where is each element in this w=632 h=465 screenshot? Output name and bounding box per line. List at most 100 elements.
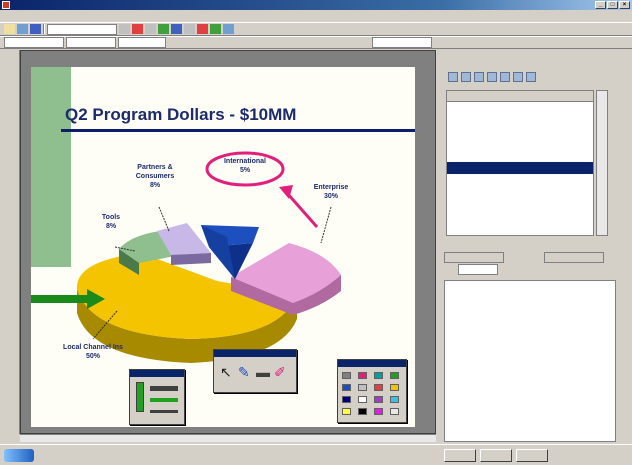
task-pane-selector[interactable] — [372, 37, 432, 48]
leader-line — [320, 206, 332, 244]
pointer-icon[interactable]: ↖ — [220, 364, 232, 381]
search-icon[interactable] — [500, 72, 510, 82]
open-icon[interactable] — [17, 24, 28, 34]
forward-icon[interactable] — [461, 72, 471, 82]
color-swatch[interactable] — [342, 396, 351, 403]
tree-item[interactable] — [447, 198, 593, 210]
comment-entry[interactable] — [445, 296, 615, 301]
color-swatch[interactable] — [358, 408, 367, 415]
pen-icon[interactable] — [184, 24, 195, 34]
leader-line — [158, 206, 170, 232]
close-button[interactable]: × — [619, 1, 630, 9]
formatting-toolbar — [0, 36, 632, 49]
pen-settings-palette[interactable] — [129, 369, 185, 425]
task-pane — [440, 50, 618, 442]
color-swatch[interactable] — [390, 396, 399, 403]
label-international: International 5% — [223, 158, 266, 174]
eraser-icon[interactable]: ▬ — [256, 364, 270, 380]
task-pane-toolbar — [448, 72, 608, 84]
label-partners: Partners & Consumers 8% — [135, 164, 175, 189]
color-swatch[interactable] — [390, 372, 399, 379]
tab-history[interactable] — [544, 252, 604, 263]
tree-item[interactable] — [447, 102, 593, 114]
info-tabs — [444, 248, 616, 276]
color-swatch[interactable] — [358, 372, 367, 379]
status-bar — [0, 444, 632, 465]
zoom-combo[interactable] — [118, 37, 166, 48]
highlighter-icon[interactable]: ✐ — [274, 364, 286, 381]
outline-tree[interactable] — [446, 90, 594, 236]
style-combo[interactable] — [4, 37, 64, 48]
vertical-ruler — [0, 50, 20, 434]
tab-notes[interactable] — [444, 252, 504, 263]
align-icon[interactable] — [171, 24, 182, 34]
shape-icon[interactable] — [210, 24, 221, 34]
options-icon[interactable] — [526, 72, 536, 82]
status-button[interactable] — [516, 449, 548, 462]
slide-editing-area[interactable]: Q2 Program Dollars - $10MM International… — [20, 50, 436, 434]
color-swatch[interactable] — [390, 408, 399, 415]
italic-icon[interactable] — [145, 24, 156, 34]
toolbar-separator — [43, 24, 45, 34]
label-local-channel: Local Channel Ins 50% — [63, 344, 123, 360]
color-swatch[interactable] — [374, 408, 383, 415]
new-icon[interactable] — [4, 24, 15, 34]
home-icon[interactable] — [474, 72, 484, 82]
pen-icon[interactable]: ✎ — [238, 364, 250, 381]
pen-line-sample — [150, 410, 178, 413]
save-icon[interactable] — [30, 24, 41, 34]
tree-item[interactable] — [447, 210, 593, 222]
standard-toolbar — [0, 22, 632, 36]
color-swatch[interactable] — [374, 396, 383, 403]
palette-title — [338, 360, 406, 367]
tree-item[interactable] — [447, 126, 593, 138]
tree-item[interactable] — [447, 186, 593, 198]
tree-header — [447, 91, 593, 102]
back-icon[interactable] — [448, 72, 458, 82]
logo-icon — [4, 449, 34, 462]
maximize-button[interactable]: □ — [607, 1, 618, 9]
color-swatch[interactable] — [342, 408, 351, 415]
color-swatch[interactable] — [374, 372, 383, 379]
tree-item[interactable] — [447, 114, 593, 126]
color-swatch[interactable] — [374, 384, 383, 391]
drawing-tools-palette[interactable]: ↖ ✎ ▬ ✐ — [213, 349, 297, 393]
title-bar: _ □ × — [0, 0, 632, 10]
combo-dropdown-icon[interactable] — [119, 24, 130, 34]
pen-line-sample — [150, 386, 178, 391]
comments-list[interactable] — [444, 280, 616, 442]
pen-width-slider[interactable] — [136, 382, 144, 412]
minimize-button[interactable]: _ — [595, 1, 606, 9]
status-button[interactable] — [444, 449, 476, 462]
tree-item[interactable] — [447, 174, 593, 186]
bold-icon[interactable] — [132, 24, 143, 34]
tree-item-selected[interactable] — [447, 162, 593, 174]
app-icon — [2, 1, 10, 9]
palette-title — [130, 370, 184, 377]
font-combo[interactable] — [47, 23, 117, 35]
palette-title — [214, 350, 296, 357]
color-palette[interactable] — [337, 359, 407, 423]
color-swatch[interactable] — [342, 384, 351, 391]
tree-scrollbar[interactable] — [596, 90, 608, 236]
color-swatch[interactable] — [358, 396, 367, 403]
color-swatch[interactable] — [390, 384, 399, 391]
tree-item[interactable] — [447, 150, 593, 162]
slide-canvas[interactable]: Q2 Program Dollars - $10MM International… — [31, 67, 415, 427]
zoom-icon[interactable] — [223, 24, 234, 34]
color-swatch[interactable] — [342, 372, 351, 379]
app-window: _ □ × Q2 Program Dollars - $10MM Interna… — [0, 0, 632, 465]
color-swatch[interactable] — [358, 384, 367, 391]
highlight-icon[interactable] — [197, 24, 208, 34]
status-button[interactable] — [480, 449, 512, 462]
filter-combo[interactable] — [458, 264, 498, 275]
horizontal-scrollbar[interactable] — [20, 434, 436, 442]
print-icon[interactable] — [513, 72, 523, 82]
tree-item[interactable] — [447, 138, 593, 150]
menu-bar — [0, 10, 632, 21]
size-combo[interactable] — [66, 37, 116, 48]
label-tools: Tools 8% — [101, 214, 121, 230]
label-enterprise: Enterprise 30% — [313, 184, 349, 200]
refresh-icon[interactable] — [487, 72, 497, 82]
color-icon[interactable] — [158, 24, 169, 34]
